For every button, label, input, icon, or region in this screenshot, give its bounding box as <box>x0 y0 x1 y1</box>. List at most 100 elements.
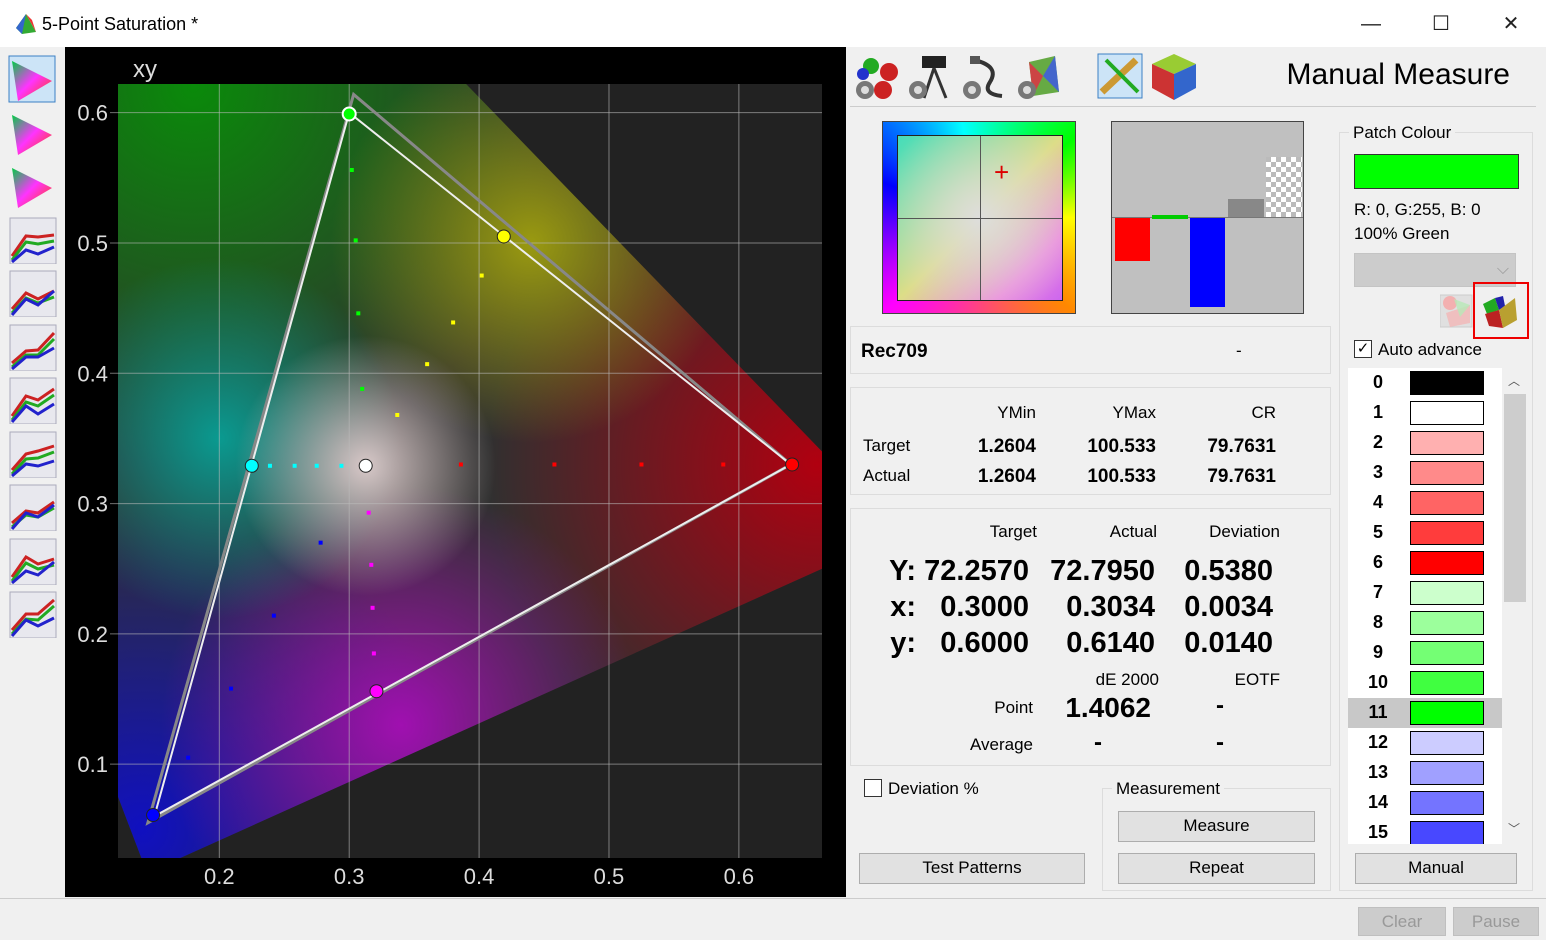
patch-swatch <box>1410 491 1484 515</box>
patch-list-item[interactable]: 5 <box>1348 518 1502 548</box>
saturation-point <box>292 463 297 468</box>
patch-number: 13 <box>1367 762 1389 782</box>
patch-list-item[interactable]: 1 <box>1348 398 1502 428</box>
y-tick-label: 0.3 <box>77 492 108 517</box>
cie-diagram-icon[interactable] <box>8 55 58 103</box>
scrollbar-thumb[interactable] <box>1504 394 1526 602</box>
patch-list-item[interactable]: 8 <box>1348 608 1502 638</box>
patch-number: 5 <box>1372 522 1383 542</box>
rgb-levels-icon[interactable] <box>8 376 58 424</box>
page-title: Manual Measure <box>1286 58 1510 91</box>
colorspace-name: Rec709 <box>861 341 928 362</box>
actual-value: 72.7950 <box>1050 555 1155 587</box>
measurement-group-label: Measurement <box>1112 779 1224 799</box>
crosshair-marker: + <box>994 157 1010 187</box>
rgb-deviation-icon[interactable] <box>8 590 58 638</box>
auto-advance-checkbox[interactable]: ✓ <box>1354 340 1372 358</box>
color-picker-icon[interactable] <box>1481 292 1521 332</box>
gamut-icon[interactable] <box>8 109 58 157</box>
deltae-icon[interactable] <box>8 537 58 585</box>
saturation-point <box>552 462 557 467</box>
maximize-button[interactable]: ☐ <box>1418 8 1464 40</box>
row-label: Target <box>863 436 911 455</box>
patch-list-item[interactable]: 2 <box>1348 428 1502 458</box>
y-tick-label: 0.4 <box>77 361 108 386</box>
patch-list-item[interactable]: 15 <box>1348 818 1502 844</box>
scroll-up-icon[interactable]: ︿ <box>1508 372 1520 389</box>
patch-list-item[interactable]: 7 <box>1348 578 1502 608</box>
green-bar <box>1152 215 1188 219</box>
clear-button[interactable]: Clear <box>1358 907 1446 936</box>
value: 100.533 <box>1087 466 1156 487</box>
meter-settings-icon[interactable] <box>906 52 956 102</box>
saturation-point <box>318 540 323 545</box>
patch-list-item[interactable]: 3 <box>1348 458 1502 488</box>
patch-list-item[interactable]: 6 <box>1348 548 1502 578</box>
connection-settings-icon[interactable] <box>960 52 1010 102</box>
patch-list-item[interactable]: 12 <box>1348 728 1502 758</box>
saturation-point <box>451 320 456 325</box>
saturation-point <box>369 562 374 567</box>
scroll-down-icon[interactable]: ﹀ <box>1508 820 1520 837</box>
luminance-icon[interactable] <box>8 430 58 478</box>
patch-colour-label: Patch Colour <box>1349 123 1456 143</box>
saturation-point <box>349 168 354 172</box>
actual-value: 0.6140 <box>1066 627 1155 659</box>
patch-swatch <box>1410 821 1484 844</box>
point-de-value: 1.4062 <box>1065 692 1151 723</box>
deviation-percent-checkbox[interactable] <box>864 779 882 797</box>
rgb-curves-icon[interactable] <box>8 216 58 264</box>
patch-swatch <box>1410 791 1484 815</box>
patch-number: 8 <box>1372 612 1383 632</box>
value: 1.2604 <box>977 436 1036 457</box>
hue-target-box: + <box>882 121 1076 314</box>
saturation-point <box>371 651 376 656</box>
patterns-settings-icon[interactable] <box>853 52 903 102</box>
patch-swatch <box>1410 611 1484 635</box>
eotf-icon[interactable] <box>8 483 58 531</box>
saturation-point <box>395 412 400 417</box>
window-title: 5-Point Saturation * <box>42 14 199 34</box>
repeat-button[interactable]: Repeat <box>1118 853 1315 884</box>
saturation-point <box>366 510 371 515</box>
colorspace-value: - <box>1236 341 1242 360</box>
patch-name: 100% Green <box>1354 224 1450 243</box>
measure-button[interactable]: Measure <box>1118 811 1315 842</box>
patch-number: 7 <box>1372 582 1383 602</box>
gamma-icon[interactable] <box>8 323 58 371</box>
patch-swatch <box>1410 641 1484 665</box>
display-settings-icon[interactable] <box>1015 52 1065 102</box>
patch-list-item[interactable]: 9 <box>1348 638 1502 668</box>
manual-button[interactable]: Manual <box>1355 853 1517 884</box>
pause-button[interactable]: Pause <box>1453 907 1539 936</box>
patch-list-item[interactable]: 4 <box>1348 488 1502 518</box>
patch-number: 0 <box>1372 372 1383 392</box>
3d-gamut-icon[interactable] <box>8 162 58 210</box>
value: 1.2604 <box>977 466 1036 487</box>
patch-list-item[interactable]: 10 <box>1348 668 1502 698</box>
primary-point <box>496 229 511 244</box>
minimize-button[interactable]: — <box>1348 8 1394 40</box>
cube-icon[interactable] <box>1150 52 1200 102</box>
point-label: Point <box>994 698 1033 717</box>
rgb-balance-icon[interactable] <box>8 269 58 317</box>
patch-number: 14 <box>1367 792 1389 812</box>
patch-list-item[interactable]: 0 <box>1348 368 1502 398</box>
saturation-point <box>425 362 430 367</box>
patch-list-scrollbar[interactable]: ︿ ﹀ <box>1503 368 1528 844</box>
patch-list-item[interactable]: 14 <box>1348 788 1502 818</box>
patch-swatch <box>1410 551 1484 575</box>
tools-icon[interactable] <box>1096 52 1146 102</box>
value: 79.7631 <box>1207 466 1276 487</box>
patch-swatch <box>1410 581 1484 605</box>
test-patterns-button[interactable]: Test Patterns <box>859 853 1085 884</box>
deviation-value: 0.5380 <box>1184 555 1273 587</box>
close-button[interactable]: ✕ <box>1488 8 1534 40</box>
patch-list-item[interactable]: 13 <box>1348 758 1502 788</box>
primary-point <box>369 684 384 699</box>
saturation-point <box>360 386 365 391</box>
primary-point <box>785 457 800 472</box>
remove-patch-icon[interactable] <box>1440 293 1474 329</box>
x-tick-label: 0.3 <box>334 864 365 889</box>
patch-list-item[interactable]: 11 <box>1348 698 1502 728</box>
